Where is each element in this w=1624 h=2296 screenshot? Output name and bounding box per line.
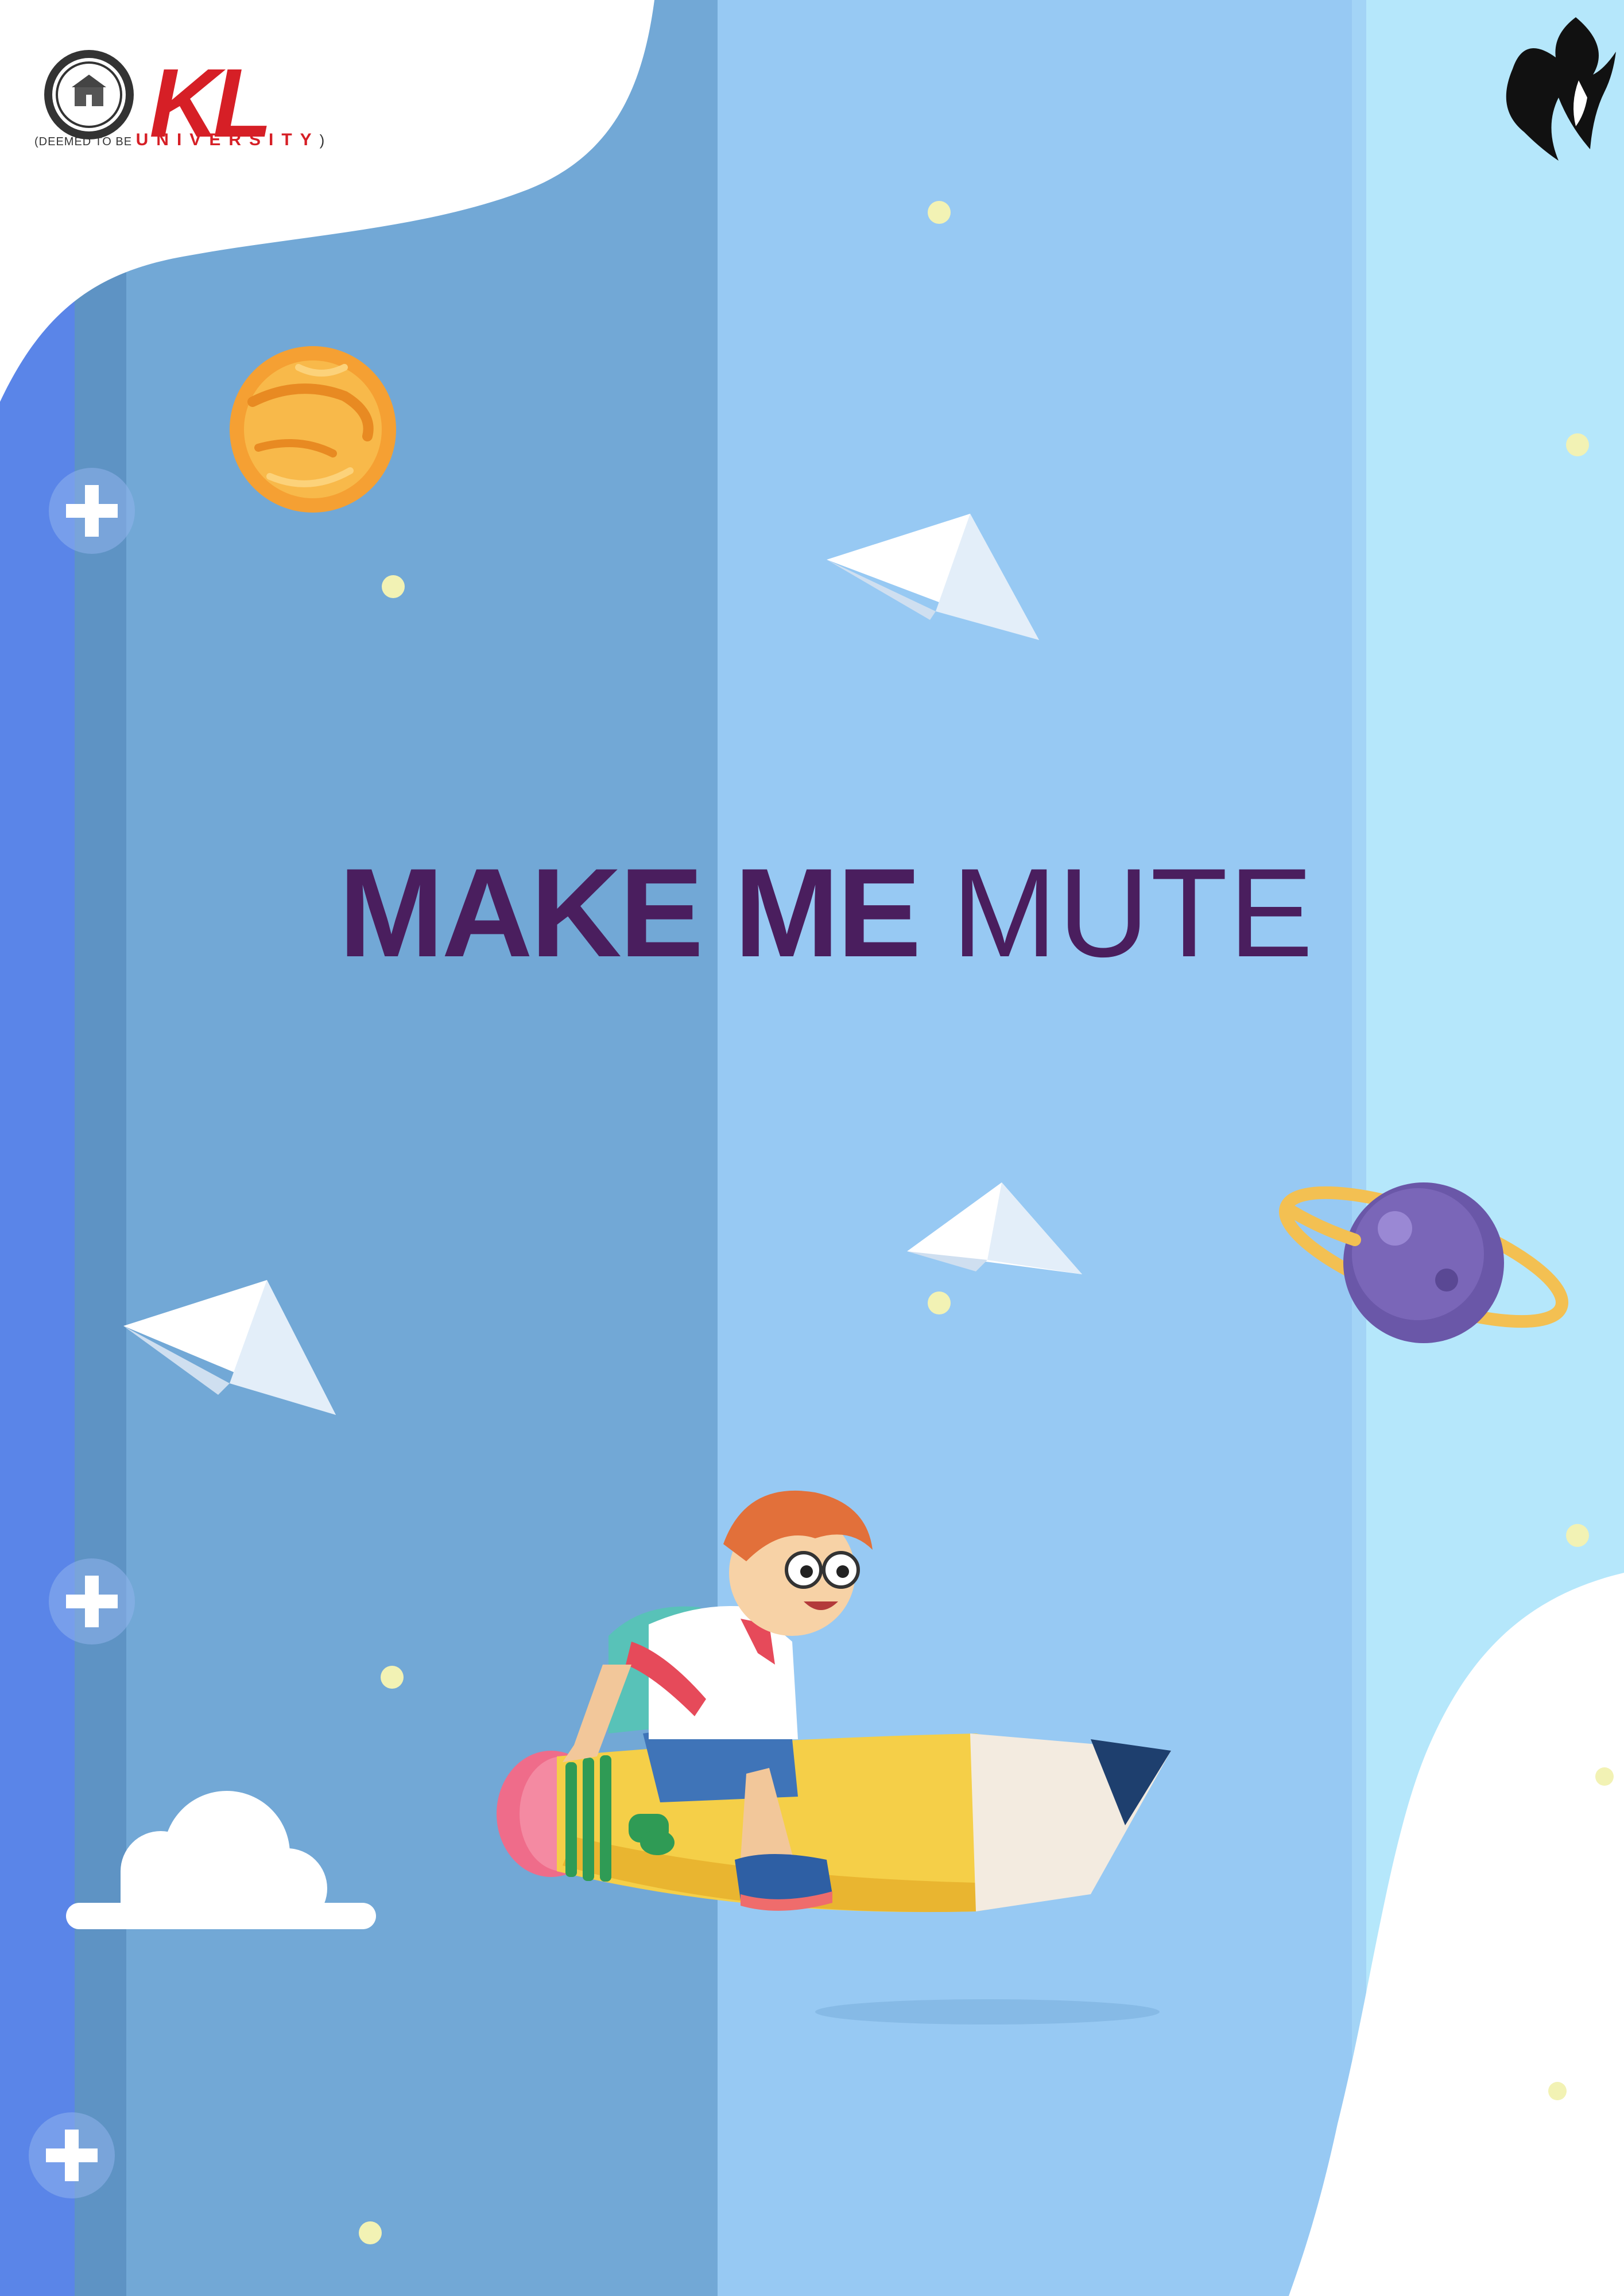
deemed-label: (DEEMED TO BE — [34, 135, 136, 148]
university-emblem-icon — [44, 50, 134, 139]
planet-icon — [230, 346, 396, 513]
background-bands — [0, 0, 1624, 2296]
deemed-close: ) — [319, 131, 325, 149]
plus-sparkle-icon — [49, 468, 135, 554]
poster-background — [0, 0, 1624, 2296]
kl-subtitle: (DEEMED TO BE UNIVERSITY) — [34, 130, 324, 150]
plus-sparkle-icon — [49, 1558, 135, 1645]
kl-university-logo: KL (DEEMED TO BE UNIVERSITY) — [34, 32, 324, 164]
university-label: UNIVERSITY — [135, 130, 320, 149]
plus-sparkle-icon — [29, 2112, 115, 2198]
title-light: MUTE — [952, 842, 1315, 983]
poster-title: MAKE ME MUTE — [339, 850, 1315, 976]
title-bold: MAKE ME — [339, 842, 952, 983]
